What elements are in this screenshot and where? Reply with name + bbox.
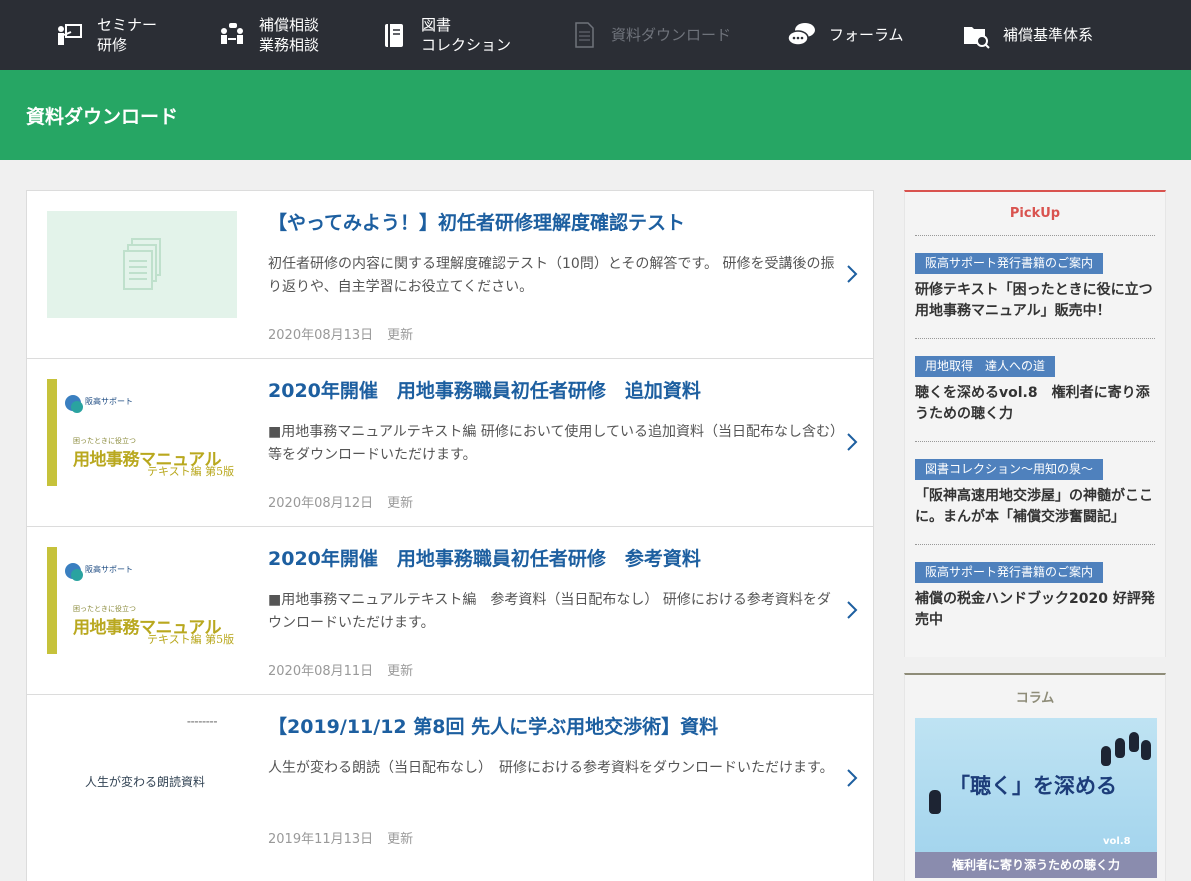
documents-icon [123,237,161,290]
pickup-tag: 阪高サポート発行書籍のご案内 [915,562,1104,583]
sidebar: PickUp 阪高サポート発行書籍のご案内 研修テキスト「困ったときに役に立つ用… [904,190,1166,881]
chevron-right-icon[interactable] [845,599,859,621]
chevron-right-icon[interactable] [845,431,859,453]
pickup-tag: 用地取得 達人への道 [915,356,1056,377]
item-date: 2020年08月12日 更新 [268,496,414,511]
chevron-right-icon[interactable] [845,767,859,789]
consult-icon [217,20,247,50]
item-date: 2020年08月13日 更新 [268,328,414,343]
pickup-tag: 阪高サポート発行書籍のご案内 [915,253,1104,274]
nav-books-label: 図書 コレクション [421,16,512,54]
item-description: 初任者研修の内容に関する理解度確認テスト（10問）とその解答です。 研修を受講後… [268,256,835,295]
nav-download-label: 資料ダウンロード [611,26,732,44]
thumbnail-placeholder [47,211,237,318]
nav-consult-label: 補償相談 業務相談 [259,16,320,54]
list-item[interactable]: 【やってみよう！】初任者研修理解度確認テスト 初任者研修の内容に関する理解度確認… [27,191,873,359]
item-title[interactable]: 2020年開催 用地事務職員初任者研修 追加資料 [268,377,838,405]
column-banner-caption: 権利者に寄り添うための聴く力 [915,852,1157,878]
nav-standards[interactable]: 補償基準体系 [961,20,1093,50]
top-navigation: セミナー 研修 補償相談 業務相談 図書 コレクション 資料ダウンロード フォー… [0,0,1191,70]
nav-standards-label: 補償基準体系 [1003,26,1094,44]
thumbnail-book-cover: 阪高サポート 困ったときに役立つ 用地事務マニュアル テキスト編 第5版 [47,379,237,486]
nav-forum[interactable]: フォーラム [787,20,961,50]
download-list: 【やってみよう！】初任者研修理解度確認テスト 初任者研修の内容に関する理解度確認… [26,190,874,881]
item-title[interactable]: 2020年開催 用地事務職員初任者研修 参考資料 [268,545,838,573]
cover-brand: 阪高サポート [85,565,133,574]
pickup-item[interactable]: 阪高サポート発行書籍のご案内 研修テキスト「困ったときに役に立つ用地事務マニュア… [915,236,1155,339]
pickup-item[interactable]: 用地取得 達人への道 聴くを深めるvol.8 権利者に寄り添うための聴く力 [915,339,1155,442]
item-description: ■用地事務マニュアルテキスト編 参考資料（当日配布なし） 研修における参考資料を… [268,592,831,631]
folder-search-icon [961,20,991,50]
list-item[interactable]: ▬▬▬▬▬▬▬▬ 人生が変わる朗読資料 【2019/11/12 第8回 先人に学… [27,695,873,863]
book-icon [379,20,409,50]
column-panel: コラム 「聴く」を深める vol.8 権利者に寄り添うための聴く力 [904,673,1166,881]
nav-download[interactable]: 資料ダウンロード [569,20,787,50]
column-heading: コラム [1015,691,1055,706]
nav-seminar-label: セミナー 研修 [97,16,158,54]
cover-subtitle: テキスト編 第5版 [147,633,235,646]
item-title[interactable]: 【2019/11/12 第8回 先人に学ぶ用地交渉術】資料 [268,713,838,741]
pickup-text[interactable]: 「阪神高速用地交渉屋」の神髄がここに。まんが本「補償交渉奮闘記」 [915,486,1155,528]
thumbnail-book-cover: 阪高サポート 困ったときに役立つ 用地事務マニュアル テキスト編 第5版 [47,547,237,654]
nav-consult[interactable]: 補償相談 業務相談 [217,15,379,55]
column-banner[interactable]: 「聴く」を深める vol.8 権利者に寄り添うための聴く力 [915,718,1157,878]
document-icon [569,20,599,50]
nav-forum-label: フォーラム [829,26,904,44]
forum-icon [787,20,817,50]
pickup-item[interactable]: 図書コレクション～用知の泉～ 「阪神高速用地交渉屋」の神髄がここに。まんが本「補… [915,442,1155,545]
pickup-text[interactable]: 補償の税金ハンドブック2020 好評発売中 [915,589,1155,631]
item-description: 人生が変わる朗読（当日配布なし） 研修における参考資料をダウンロードいただけます… [268,760,834,776]
page-title: 資料ダウンロード [26,105,179,128]
thumbnail-text-cover: ▬▬▬▬▬▬▬▬ 人生が変わる朗読資料 [47,715,237,822]
page-banner: 資料ダウンロード [0,70,1191,160]
item-updated: 更新 [387,328,414,343]
pickup-panel: PickUp 阪高サポート発行書籍のご案内 研修テキスト「困ったときに役に立つ用… [904,190,1166,657]
pickup-tag: 図書コレクション～用知の泉～ [915,459,1104,480]
pickup-text[interactable]: 聴くを深めるvol.8 権利者に寄り添うための聴く力 [915,383,1155,425]
item-updated: 更新 [387,832,414,847]
cover-text: 人生が変わる朗読資料 [85,775,206,789]
item-description: ■用地事務マニュアルテキスト編 研修において使用している追加資料（当日配布なし含… [268,424,837,463]
nav-books[interactable]: 図書 コレクション [379,15,569,55]
cover-brand: 阪高サポート [85,397,133,406]
nav-seminar[interactable]: セミナー 研修 [55,15,217,55]
pickup-text[interactable]: 研修テキスト「困ったときに役に立つ用地事務マニュアル」販売中！ [915,280,1155,322]
item-title[interactable]: 【やってみよう！】初任者研修理解度確認テスト [268,209,838,237]
chevron-right-icon[interactable] [845,263,859,285]
pickup-item[interactable]: 阪高サポート発行書籍のご案内 補償の税金ハンドブック2020 好評発売中 [915,545,1155,647]
pickup-heading: PickUp [915,192,1155,236]
column-banner-title: 「聴く」を深める [949,774,1117,798]
column-banner-vol: vol.8 [1103,836,1131,847]
list-item[interactable]: 阪高サポート 困ったときに役立つ 用地事務マニュアル テキスト編 第5版 202… [27,527,873,695]
item-updated: 更新 [387,496,414,511]
item-date: 2020年08月11日 更新 [268,664,414,679]
list-item[interactable]: 阪高サポート 困ったときに役立つ 用地事務マニュアル テキスト編 第5版 202… [27,359,873,527]
seminar-icon [55,20,85,50]
item-date: 2019年11月13日 更新 [268,832,414,847]
item-updated: 更新 [387,664,414,679]
cover-subtitle: テキスト編 第5版 [147,465,235,478]
